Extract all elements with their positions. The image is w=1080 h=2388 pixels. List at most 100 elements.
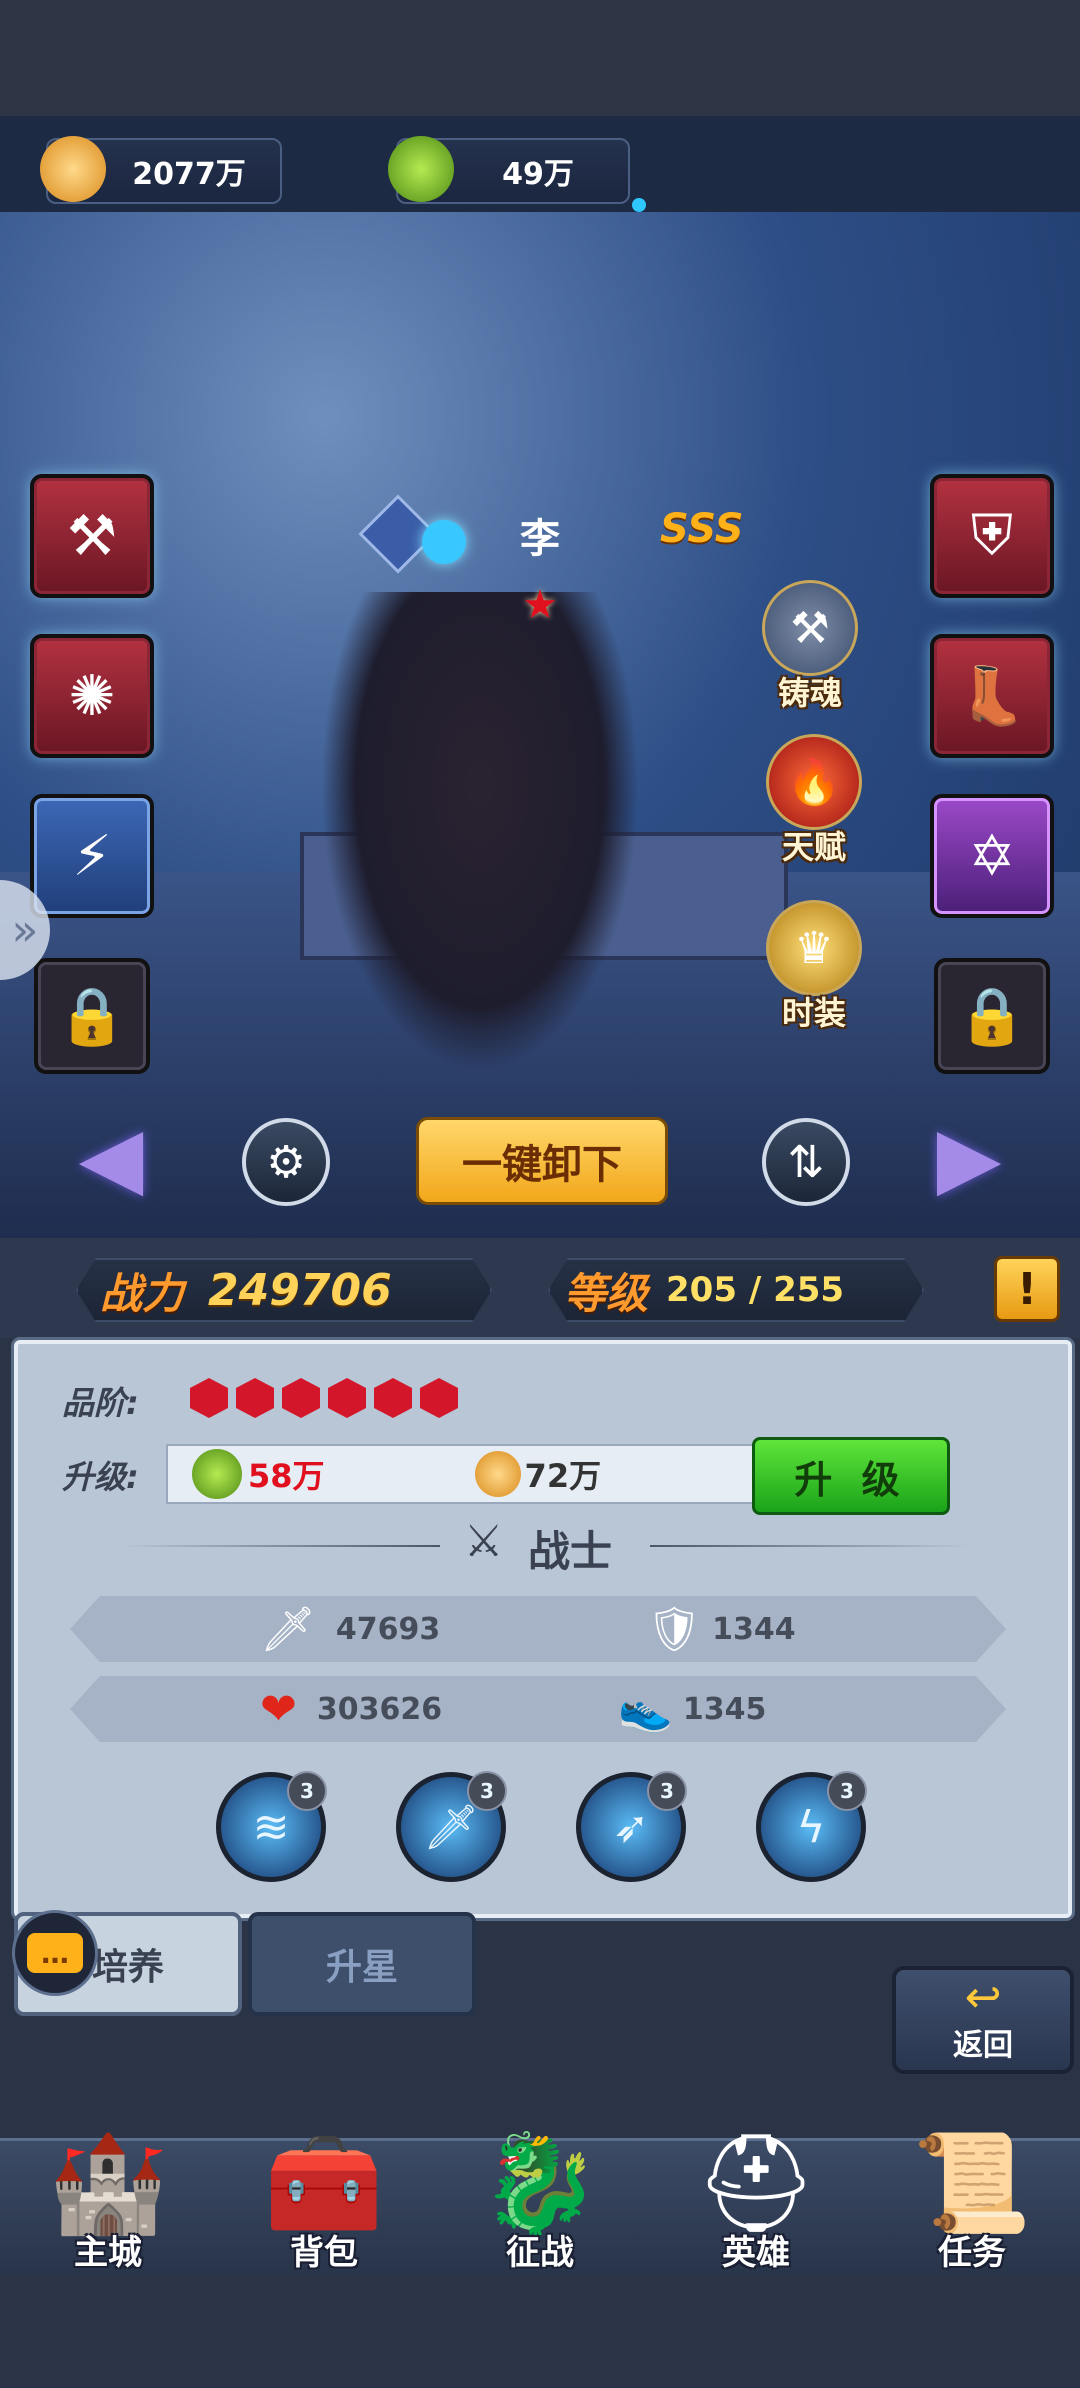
nav-heroes-label: 英雄 bbox=[722, 2233, 790, 2273]
grade-gem bbox=[190, 1378, 228, 1418]
nav-tasks[interactable]: 📜 任务 bbox=[864, 2094, 1080, 2274]
dash-icon: ➶ bbox=[612, 1801, 650, 1853]
swap-icon: ⇅ bbox=[787, 1136, 825, 1188]
exclamation-icon: ! bbox=[1016, 1263, 1038, 1315]
phoenix-icon: 🔥 bbox=[766, 734, 862, 830]
skill-slot-1[interactable]: ≋ 3 bbox=[216, 1771, 327, 1882]
info-button[interactable]: ! bbox=[994, 1256, 1060, 1322]
power-pill: 战力 249706 bbox=[76, 1258, 492, 1322]
tab-star-up[interactable]: 升星 bbox=[248, 1912, 476, 2016]
swap-button[interactable]: ⇅ bbox=[762, 1118, 850, 1206]
locked-slot-right[interactable]: 🔒 bbox=[934, 958, 1050, 1074]
settings-button[interactable]: ⚙ bbox=[242, 1118, 330, 1206]
gold-coin-icon bbox=[40, 136, 106, 202]
grade-gem bbox=[328, 1378, 366, 1418]
nav-main-city[interactable]: 🏰 主城 bbox=[0, 2094, 216, 2274]
chat-button[interactable]: … bbox=[12, 1910, 98, 1996]
gem-slot-purple[interactable]: ✡ bbox=[930, 794, 1054, 918]
hero-class: 战士 bbox=[528, 1527, 613, 1576]
hero-name: 李 bbox=[520, 516, 560, 562]
tab-star-up-label: 升星 bbox=[325, 1947, 398, 1988]
upgrade-cost-bar: 58万 72万 bbox=[166, 1444, 760, 1504]
bottom-nav-items: 🏰 主城 🧰 背包 🐉 征战 ⛑ 英雄 📜 任务 bbox=[0, 2094, 1080, 2274]
cost-gold: 72万 bbox=[524, 1457, 602, 1495]
prev-hero-arrow[interactable]: ◀ bbox=[66, 1112, 156, 1202]
skill-slot-3[interactable]: ➶ 3 bbox=[576, 1771, 687, 1882]
herb-icon bbox=[388, 136, 454, 202]
notification-dot bbox=[632, 198, 646, 212]
nav-heroes[interactable]: ⛑ 英雄 bbox=[648, 2094, 864, 2274]
power-value: 249706 bbox=[208, 1264, 392, 1316]
sword-strike-icon: 🗡 bbox=[423, 1802, 479, 1853]
divider-right bbox=[650, 1545, 970, 1547]
arrow-left-icon: ◀ bbox=[78, 1108, 144, 1206]
herb-icon bbox=[192, 1449, 242, 1499]
winged-boot-icon: 👟 bbox=[618, 1684, 673, 1735]
lightning-icon: ⚡ bbox=[72, 823, 112, 889]
attr-row-1: 🗡 47693 🛡 1344 bbox=[70, 1596, 1006, 1662]
next-hero-arrow[interactable]: ▶ bbox=[924, 1112, 1014, 1202]
system-nav-area bbox=[0, 2274, 1080, 2388]
unequip-all-button[interactable]: 一键卸下 bbox=[416, 1117, 668, 1205]
shield-icon: 🛡 bbox=[646, 1604, 703, 1655]
wind-slash-icon: ≋ bbox=[252, 1801, 290, 1853]
locked-slot-left[interactable]: 🔒 bbox=[34, 958, 150, 1074]
lock-icon: 🔒 bbox=[957, 984, 1027, 1049]
skill-level: 3 bbox=[287, 1771, 327, 1811]
gear-icon: ⚙ bbox=[266, 1136, 306, 1188]
upgrade-label: 升级: bbox=[62, 1458, 139, 1496]
skill-slot-4[interactable]: ϟ3 bbox=[756, 1771, 867, 1882]
grade-gem bbox=[282, 1378, 320, 1418]
skill-slot-2[interactable]: 🗡 3 bbox=[396, 1771, 507, 1882]
armor-slot[interactable]: ⛨ bbox=[930, 474, 1054, 598]
attr-row-2: ❤ 303626 👟 1345 bbox=[70, 1676, 1006, 1742]
nav-bag[interactable]: 🧰 背包 bbox=[216, 2094, 432, 2274]
warrior-axe-icon: ⚔ bbox=[464, 1516, 504, 1567]
level-label: 等级 bbox=[564, 1268, 649, 1318]
level-value: 205 / 255 bbox=[666, 1270, 845, 1310]
cost-herb: 58万 bbox=[248, 1457, 325, 1495]
talent-button[interactable]: 🔥 天赋 bbox=[764, 734, 864, 868]
hero-star: ★ bbox=[522, 582, 558, 628]
skill-level: 3 bbox=[827, 1771, 867, 1811]
gold-counter[interactable]: 2077万 bbox=[40, 136, 282, 204]
nav-campaign[interactable]: 🐉 征战 bbox=[432, 2094, 648, 2274]
weapon-slot[interactable]: ⚒ bbox=[30, 474, 154, 598]
hp-value: 303626 bbox=[316, 1691, 443, 1727]
grade-gem bbox=[420, 1378, 458, 1418]
hero-aura-dot bbox=[422, 520, 466, 564]
gem-slot-lightning[interactable]: ⚡ bbox=[30, 794, 154, 918]
divider-left bbox=[120, 1545, 440, 1547]
gold-amount: 2077万 bbox=[132, 157, 246, 192]
grade-gems bbox=[190, 1378, 466, 1422]
lightning-slash-icon: ϟ bbox=[796, 1801, 826, 1853]
armor-icon: ⛨ bbox=[971, 503, 1013, 568]
accessory-slot[interactable]: ✺ bbox=[30, 634, 154, 758]
return-arrow-icon: ↩ bbox=[964, 1972, 1002, 2023]
gold-coin-icon bbox=[474, 1451, 521, 1497]
forge-soul-button[interactable]: ⚒ 铸魂 bbox=[760, 580, 860, 714]
skill-level: 3 bbox=[467, 1771, 507, 1811]
hexagram-icon: ✡ bbox=[968, 823, 1016, 889]
hero-scene bbox=[0, 212, 1080, 1238]
herb-counter[interactable]: 49万 bbox=[388, 136, 630, 204]
ring-icon: ✺ bbox=[68, 663, 116, 729]
nav-main-city-label: 主城 bbox=[74, 2233, 142, 2273]
nav-tasks-label: 任务 bbox=[938, 2233, 1006, 2273]
attack-value: 47693 bbox=[335, 1611, 441, 1647]
nav-campaign-label: 征战 bbox=[506, 2233, 574, 2273]
defense-value: 1344 bbox=[712, 1611, 796, 1647]
back-label: 返回 bbox=[953, 2028, 1013, 2063]
lock-icon: 🔒 bbox=[57, 984, 127, 1049]
heart-icon: ❤ bbox=[260, 1683, 297, 1735]
grade-gem bbox=[236, 1378, 274, 1418]
costume-label: 时装 bbox=[781, 994, 846, 1032]
grade-gem bbox=[374, 1378, 412, 1418]
costume-button[interactable]: ♛ 时装 bbox=[764, 900, 864, 1034]
boots-slot[interactable]: 👢 bbox=[930, 634, 1054, 758]
upgrade-button[interactable]: 升 级 bbox=[752, 1437, 950, 1515]
hero-rank-badge: SSS bbox=[660, 506, 744, 552]
back-button[interactable]: ↩ 返回 bbox=[892, 1966, 1074, 2074]
talent-label: 天赋 bbox=[781, 828, 846, 866]
status-area bbox=[0, 0, 1080, 116]
